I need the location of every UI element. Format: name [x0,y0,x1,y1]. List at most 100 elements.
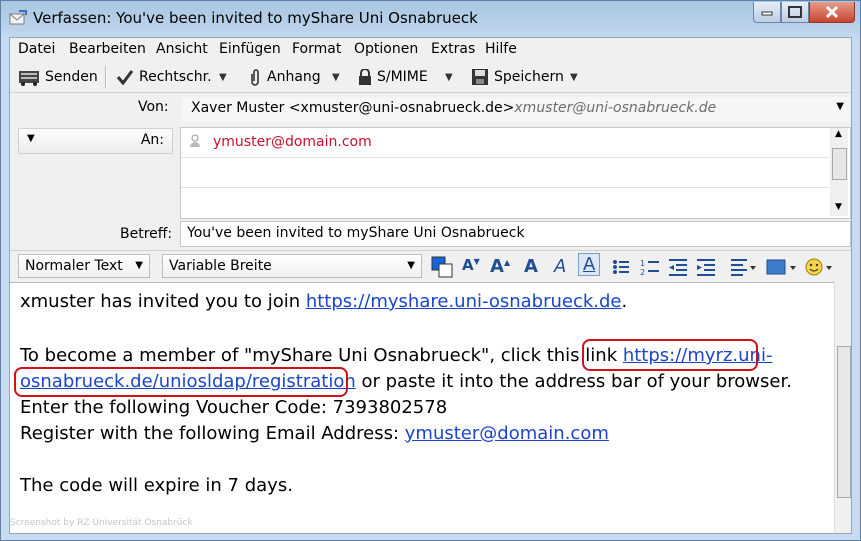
chevron-down-icon: ▼ [836,101,844,112]
spelling-label: Rechtschr. [139,69,212,85]
close-button[interactable] [809,2,855,23]
menu-format[interactable]: Format [292,41,341,57]
from-select[interactable]: Xaver Muster <xmuster@uni-osnabrueck.de>… [180,96,851,122]
body-scrollbar[interactable] [834,282,851,533]
title-bar[interactable]: Verfassen: You've been invited to myShar… [1,1,860,37]
body-line-voucher: Enter the following Voucher Code: 739380… [20,397,448,418]
chevron-down-icon: ▼ [407,260,415,271]
menu-bearbeiten[interactable]: Bearbeiten [69,41,146,57]
maximize-button[interactable] [781,2,809,23]
highlight-circle [582,339,758,371]
from-alias: xmuster@uni-osnabrueck.de [514,100,717,116]
increase-font-icon[interactable]: A▲ [490,256,510,277]
menu-extras[interactable]: Extras [431,41,475,57]
minimize-button[interactable] [753,2,781,23]
smime-dropdown[interactable]: ▼ [445,65,453,89]
menu-einfuegen[interactable]: Einfügen [219,41,281,57]
message-body[interactable]: xmuster has invited you to join https://… [10,282,834,533]
chevron-down-icon: ▼ [219,71,227,83]
to-label: An: [140,132,164,148]
floppy-disk-icon [472,69,488,85]
send-button[interactable]: Senden [18,65,98,89]
numbered-list-icon[interactable]: 12 [640,258,660,276]
recipient-row[interactable]: ymuster@domain.com [181,128,829,158]
menu-datei[interactable]: Datei [18,41,55,57]
chevron-down-icon: ▼ [135,260,143,271]
outdent-icon[interactable] [668,258,688,276]
spelling-button[interactable]: Rechtschr. [116,65,212,89]
save-button[interactable]: Speichern [471,65,564,89]
checkmark-icon [116,70,134,85]
svg-text:2: 2 [640,268,645,276]
window-title: Verfassen: You've been invited to myShar… [33,9,478,27]
compose-window: Verfassen: You've been invited to myShar… [0,0,861,541]
recipient-row[interactable] [181,158,829,188]
send-label: Senden [45,69,98,85]
message-header: Von: Xaver Muster <xmuster@uni-osnabruec… [10,92,851,249]
from-label: Von: [138,99,169,115]
client-area: Datei Bearbeiten Ansicht Einfügen Format… [9,37,852,534]
bold-icon[interactable]: A [524,256,538,277]
maximize-icon [788,6,802,18]
toolbar-separator [105,66,107,88]
compose-icon [9,10,27,25]
menu-ansicht[interactable]: Ansicht [156,41,208,57]
scroll-up-icon[interactable]: ▲ [835,129,842,139]
send-icon [19,71,39,86]
scrollbar-thumb[interactable] [832,148,847,180]
smime-label: S/MIME [377,69,428,85]
from-value: Xaver Muster <xmuster@uni-osnabrueck.de>… [191,100,717,116]
underline-icon[interactable]: A [578,253,601,276]
menu-hilfe[interactable]: Hilfe [485,41,517,57]
menu-optionen[interactable]: Optionen [354,41,418,57]
body-line-invite: xmuster has invited you to join https://… [20,291,628,312]
body-line-expiry: The code will expire in 7 days. [20,475,293,496]
chevron-down-icon: ▼ [445,71,453,83]
lock-icon [359,69,371,85]
decrease-font-icon[interactable]: A▼ [462,256,480,274]
recipient-scrollbar[interactable]: ▲ ▼ [830,128,848,216]
font-select[interactable]: Variable Breite ▼ [162,254,422,278]
attach-dropdown[interactable]: ▼ [332,65,340,89]
main-toolbar: Senden Rechtschr. ▼ Anhang ▼ S/MIME ▼ Sp… [10,62,851,92]
save-dropdown[interactable]: ▼ [570,65,578,89]
scroll-down-icon[interactable]: ▼ [835,202,842,212]
bullet-list-icon[interactable] [612,258,630,276]
myshare-link[interactable]: https://myshare.uni-osnabrueck.de [306,291,622,312]
align-icon[interactable] [730,258,756,276]
svg-text:1: 1 [640,259,645,268]
recipient-row[interactable] [181,188,829,217]
subject-label: Betreff: [120,226,173,242]
email-link[interactable]: ymuster@domain.com [405,423,609,444]
chevron-down-icon: ▼ [27,133,35,144]
font-value: Variable Breite [169,258,272,274]
minimize-icon [761,11,773,16]
subject-input[interactable]: You've been invited to myShare Uni Osnab… [180,221,851,247]
attach-button[interactable]: Anhang [248,65,321,89]
contact-icon [190,134,200,147]
text-color-icon[interactable] [430,255,454,279]
paperclip-icon [251,69,259,86]
format-toolbar: Normaler Text ▼ Variable Breite ▼ A▼ A▲ … [10,250,851,283]
indent-icon[interactable] [696,258,716,276]
recipient-list[interactable]: ymuster@domain.com ▲ ▼ [180,127,851,219]
watermark: Screenshot by RZ Universität Osnabrück [10,518,193,528]
highlight-circle [14,367,348,397]
recipient-address[interactable]: ymuster@domain.com [213,134,372,150]
subject-value: You've been invited to myShare Uni Osnab… [187,225,525,241]
smiley-icon[interactable] [804,257,834,277]
close-icon [825,6,839,18]
body-line-email: Register with the following Email Addres… [20,423,609,444]
spelling-dropdown[interactable]: ▼ [219,65,227,89]
menu-bar: Datei Bearbeiten Ansicht Einfügen Format… [10,38,851,60]
smime-button[interactable]: S/MIME [358,65,428,89]
paragraph-style-select[interactable]: Normaler Text ▼ [18,254,150,278]
chevron-down-icon: ▼ [332,71,340,83]
recipient-type-select[interactable]: ▼ An: [18,128,173,154]
paragraph-style-value: Normaler Text [25,258,123,274]
italic-icon[interactable]: A [554,256,566,277]
chevron-down-icon: ▼ [570,71,578,83]
save-label: Speichern [494,69,564,85]
scrollbar-thumb[interactable] [837,346,851,498]
insert-image-icon[interactable] [766,258,796,276]
